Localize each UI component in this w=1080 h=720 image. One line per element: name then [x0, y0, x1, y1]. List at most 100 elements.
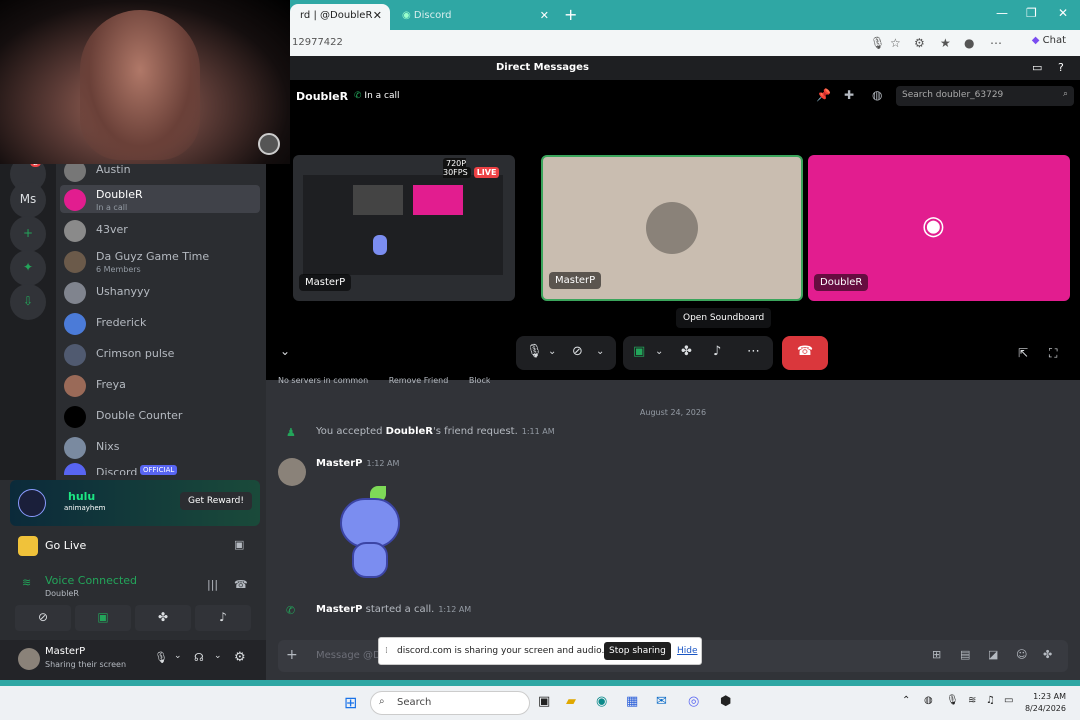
stop-sharing-button[interactable]: Stop sharing	[604, 642, 671, 660]
dm-item[interactable]: Double Counter	[60, 402, 260, 430]
block-button[interactable]: Block	[469, 376, 491, 384]
battery-icon[interactable]: ▭	[1004, 695, 1013, 706]
soundboard-button[interactable]: ♪	[195, 605, 251, 631]
mute-icon[interactable]: 🎙	[154, 651, 168, 664]
taskbar-search[interactable]: ⌕ Search	[370, 691, 530, 715]
close-window-icon[interactable]: ✕	[1058, 6, 1068, 20]
settings-gear-icon[interactable]: ⚙	[234, 650, 246, 665]
windows-start-icon[interactable]: ⊞	[344, 693, 357, 712]
discord-taskbar-icon[interactable]: ◎	[688, 694, 699, 709]
dm-item[interactable]: Freya	[60, 371, 260, 399]
dm-item[interactable]: Da Guyz Game Time 6 Members	[60, 247, 260, 275]
go-live-icon[interactable]: ▣	[234, 538, 244, 551]
screen-share-icon[interactable]: ▣	[633, 344, 645, 359]
mute-options-chevron-icon[interactable]: ⌄	[174, 651, 182, 661]
avatar[interactable]	[18, 648, 40, 670]
message-user[interactable]: MasterP	[316, 604, 362, 615]
camera-options-chevron-icon[interactable]: ⌄	[596, 346, 604, 357]
dm-item-selected[interactable]: DoubleR In a call	[60, 185, 260, 213]
dm-item[interactable]: Crimson pulse	[60, 340, 260, 368]
dm-item[interactable]: Discord OFFICIAL	[60, 459, 260, 475]
sticker[interactable]	[330, 484, 410, 584]
store-icon[interactable]: ▦	[626, 694, 638, 709]
profile-icon[interactable]: ●	[964, 36, 974, 50]
dm-item[interactable]: Ushanyyy	[60, 278, 260, 306]
activities-icon[interactable]: ✤	[681, 344, 692, 359]
message-user[interactable]: DoubleR	[386, 426, 433, 437]
tray-mic-icon[interactable]: 🎙	[946, 695, 959, 706]
help-icon[interactable]: ?	[1058, 61, 1064, 74]
url-field[interactable]: 12977422	[292, 37, 343, 48]
add-friends-icon[interactable]: ✚	[844, 88, 854, 102]
mic-options-chevron-icon[interactable]: ⌄	[548, 346, 556, 357]
disconnect-button[interactable]: ☎	[782, 336, 828, 370]
apps-icon[interactable]: ✤	[1043, 648, 1052, 661]
microphone-icon[interactable]: 🎙	[526, 344, 543, 359]
deafen-options-chevron-icon[interactable]: ⌄	[214, 651, 222, 661]
headset-icon[interactable]: ☊	[194, 651, 204, 664]
remove-friend-button[interactable]: Remove Friend	[389, 376, 449, 384]
message-input[interactable]: Message @D	[316, 650, 381, 661]
dm-item[interactable]: 43ver	[60, 216, 260, 244]
favorite-star-icon[interactable]: ☆	[890, 36, 901, 50]
dm-item[interactable]: Nixs	[60, 433, 260, 461]
activities-button[interactable]: ✤	[135, 605, 191, 631]
avatar	[64, 463, 86, 475]
extensions-icon[interactable]: ⚙	[914, 36, 925, 50]
more-icon[interactable]: ⋯	[990, 36, 1002, 50]
maximize-icon[interactable]: ❐	[1026, 6, 1037, 20]
gif-icon[interactable]: ▤	[960, 648, 970, 661]
search-input[interactable]: Search doubler_63729 ⌕	[896, 86, 1074, 106]
disconnect-icon[interactable]: ☎	[234, 578, 248, 591]
wifi-icon[interactable]: ≋	[968, 695, 976, 706]
drag-handle-icon[interactable]: ⁞	[385, 646, 388, 656]
go-live-row[interactable]: Go Live ▣	[10, 530, 260, 562]
camera-off-icon[interactable]: ⊘	[572, 344, 583, 359]
close-tab-icon[interactable]: ✕	[373, 9, 382, 22]
tab-discord-doubler[interactable]: rd | @DoubleR ✕	[290, 4, 390, 30]
pin-icon[interactable]: 📌	[816, 88, 831, 102]
close-tab-icon[interactable]: ✕	[540, 9, 549, 22]
taskbar-clock[interactable]: 1:23 AM 8/24/2026	[1025, 691, 1066, 715]
stream-tile-masterp[interactable]: 720P 30FPS LIVE MasterP	[293, 155, 515, 301]
fullscreen-icon[interactable]: ⛶	[1049, 346, 1057, 361]
new-tab-button[interactable]: +	[564, 5, 577, 24]
voice-channel[interactable]: DoubleR	[45, 589, 79, 598]
app-taskbar-icon[interactable]: ⬢	[720, 694, 731, 709]
popout-icon[interactable]: ⇱	[1018, 346, 1028, 360]
get-reward-button[interactable]: Get Reward!	[179, 492, 252, 510]
inbox-icon[interactable]: ▭	[1032, 61, 1042, 74]
soundboard-icon[interactable]: ♪	[713, 344, 721, 359]
tray-chevron-icon[interactable]: ⌃	[902, 695, 910, 706]
collapse-chevron-icon[interactable]: ⌄	[280, 344, 290, 358]
file-explorer-icon[interactable]: ▰	[566, 694, 576, 709]
mic-icon[interactable]: 🎙	[870, 36, 885, 50]
camera-off-button[interactable]: ⊘	[15, 605, 71, 631]
share-options-chevron-icon[interactable]: ⌄	[655, 346, 663, 357]
noise-suppression-icon[interactable]: |||	[207, 578, 218, 591]
outlook-icon[interactable]: ✉	[656, 694, 667, 709]
sticker-icon[interactable]: ◪	[988, 648, 998, 661]
attach-plus-icon[interactable]: +	[286, 647, 298, 663]
screen-share-button[interactable]: ▣	[75, 605, 131, 631]
user-profile-icon[interactable]: ◍	[872, 88, 882, 102]
video-tile-doubler[interactable]: ◉ DoubleR	[808, 155, 1070, 301]
edge-icon[interactable]: ◉	[596, 694, 607, 709]
favorites-icon[interactable]: ★	[940, 36, 951, 50]
message-author[interactable]: MasterP	[316, 458, 362, 469]
minimize-icon[interactable]: —	[996, 6, 1008, 20]
sticker-head	[340, 498, 400, 548]
emoji-icon[interactable]: ☺	[1016, 648, 1027, 661]
task-view-icon[interactable]: ▣	[538, 694, 550, 709]
tab-discord[interactable]: ◉ Discord ✕	[392, 4, 557, 30]
gift-icon[interactable]: ⊞	[932, 648, 941, 661]
tray-app-icon[interactable]: ◍	[924, 695, 933, 706]
more-options-icon[interactable]: ⋯	[747, 344, 760, 359]
go-live-label: Go Live	[45, 539, 87, 552]
dm-item[interactable]: Frederick	[60, 309, 260, 337]
avatar[interactable]	[278, 458, 306, 486]
copilot-chat-button[interactable]: ◆ Chat	[1032, 35, 1066, 46]
video-tile-masterp[interactable]: MasterP	[541, 155, 803, 301]
volume-icon[interactable]: ♫	[986, 695, 995, 706]
hide-link[interactable]: Hide	[677, 646, 698, 656]
